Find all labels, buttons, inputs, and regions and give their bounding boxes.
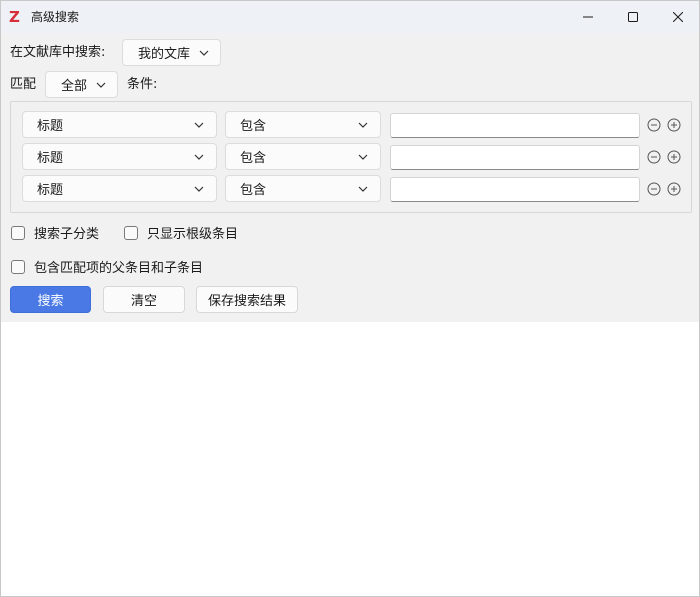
chevron-down-icon: [96, 82, 106, 88]
conditions-label: 条件:: [127, 77, 158, 92]
maximize-button[interactable]: [610, 1, 656, 33]
include-parent-child-option[interactable]: 包含匹配项的父条目和子条目: [11, 257, 203, 276]
library-dropdown-value: 我的文库: [138, 47, 191, 62]
chevron-down-icon: [194, 154, 204, 160]
match-label: 匹配: [10, 77, 37, 92]
window-title: 高级搜索: [31, 10, 80, 24]
title-bar: Z 高级搜索: [1, 1, 699, 33]
remove-condition-icon[interactable]: [647, 182, 661, 196]
add-condition-icon[interactable]: [667, 150, 681, 164]
results-area: [1, 322, 699, 596]
condition-operator-value: 包含: [240, 183, 267, 198]
condition-field-value: 标题: [37, 183, 64, 198]
search-subcollections-option[interactable]: 搜索子分类: [11, 223, 99, 242]
search-subcollections-checkbox[interactable]: [11, 225, 25, 240]
include-parent-child-checkbox[interactable]: [11, 259, 25, 274]
search-subcollections-label: 搜索子分类: [34, 227, 100, 242]
search-button[interactable]: 搜索: [10, 286, 91, 313]
chevron-down-icon: [358, 154, 368, 160]
save-search-button[interactable]: 保存搜索结果: [196, 286, 298, 313]
chevron-down-icon: [194, 186, 204, 192]
remove-condition-icon[interactable]: [647, 118, 661, 132]
chevron-down-icon: [358, 186, 368, 192]
match-dropdown-value: 全部: [61, 79, 88, 94]
show-top-level-checkbox[interactable]: [124, 225, 138, 240]
search-panel: 在文献库中搜索: 我的文库 匹配 全部 条件: 标题 包含 标题 包含 标题 包…: [1, 33, 699, 322]
minimize-button[interactable]: [565, 1, 611, 33]
condition-operator-dropdown[interactable]: 包含: [225, 111, 381, 138]
chevron-down-icon: [358, 122, 368, 128]
condition-operator-dropdown[interactable]: 包含: [225, 175, 381, 202]
library-dropdown[interactable]: 我的文库: [122, 39, 221, 66]
chevron-down-icon: [194, 122, 204, 128]
show-top-level-option[interactable]: 只显示根级条目: [124, 223, 238, 242]
zotero-logo-icon: Z: [9, 8, 20, 26]
add-condition-icon[interactable]: [667, 118, 681, 132]
library-label: 在文献库中搜索:: [10, 45, 106, 60]
close-button[interactable]: [655, 1, 700, 33]
show-top-level-label: 只显示根级条目: [147, 227, 239, 242]
close-icon: [673, 12, 683, 22]
condition-value-input[interactable]: [390, 145, 640, 170]
chevron-down-icon: [199, 50, 209, 56]
condition-operator-value: 包含: [240, 151, 267, 166]
condition-field-value: 标题: [37, 151, 64, 166]
include-parent-child-label: 包含匹配项的父条目和子条目: [34, 261, 204, 276]
advanced-search-window: Z 高级搜索 在文献库中搜索: 我的文库 匹配 全部 条件: 标题 包含 标题 …: [0, 0, 700, 597]
clear-button[interactable]: 清空: [103, 286, 185, 313]
minimize-icon: [583, 16, 593, 18]
condition-field-dropdown[interactable]: 标题: [22, 175, 217, 202]
condition-operator-dropdown[interactable]: 包含: [225, 143, 381, 170]
condition-field-dropdown[interactable]: 标题: [22, 111, 217, 138]
remove-condition-icon[interactable]: [647, 150, 661, 164]
condition-value-input[interactable]: [390, 177, 640, 202]
maximize-icon: [628, 12, 638, 22]
condition-operator-value: 包含: [240, 119, 267, 134]
add-condition-icon[interactable]: [667, 182, 681, 196]
condition-value-input[interactable]: [390, 113, 640, 138]
condition-field-value: 标题: [37, 119, 64, 134]
conditions-group: 标题 包含 标题 包含 标题 包含: [10, 101, 692, 213]
condition-field-dropdown[interactable]: 标题: [22, 143, 217, 170]
match-dropdown[interactable]: 全部: [45, 71, 118, 98]
